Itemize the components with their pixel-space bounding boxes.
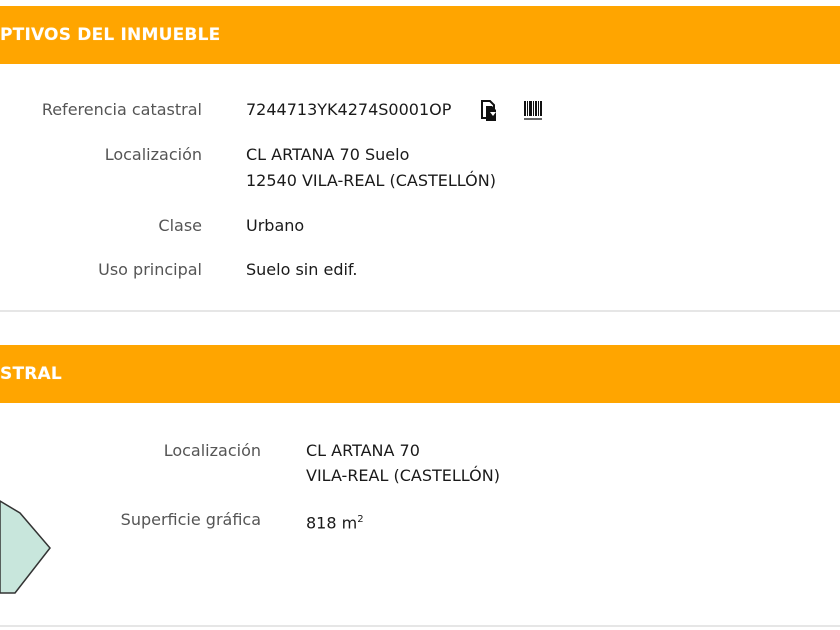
cadastral-reference-label: Referencia catastral	[41, 100, 202, 119]
parcel-location-label: Localización	[163, 441, 261, 460]
surface-unit-exponent: 2	[357, 514, 364, 525]
copy-document-icon[interactable]	[480, 100, 502, 126]
location-address-line2: 12540 VILA-REAL (CASTELLÓN)	[246, 171, 496, 190]
cadastral-reference-value[interactable]: 7244713YK4274S0001OP	[246, 97, 451, 123]
section-title: PTIVOS DEL INMUEBLE	[0, 25, 221, 45]
graphic-surface-label: Superficie gráfica	[120, 510, 261, 529]
section-header-cadastral-parcel: STRAL	[0, 345, 840, 403]
parcel-address-line2: VILA-REAL (CASTELLÓN)	[306, 466, 500, 485]
main-use-value: Suelo sin edif.	[246, 260, 358, 279]
section-title: STRAL	[0, 364, 62, 384]
parcel-address-line1: CL ARTANA 70	[306, 441, 420, 460]
location-label: Localización	[104, 145, 202, 164]
section-header-descriptive-data: PTIVOS DEL INMUEBLE	[0, 6, 840, 64]
parcel-data-panel: Localización CL ARTANA 70 VILA-REAL (CAS…	[0, 403, 840, 627]
location-address-line1: CL ARTANA 70 Suelo	[246, 145, 410, 164]
class-value: Urbano	[246, 216, 305, 235]
class-label: Clase	[158, 216, 202, 235]
parcel-map-thumbnail[interactable]	[0, 493, 60, 603]
main-use-label: Uso principal	[98, 260, 202, 279]
graphic-surface-value: 818 m2	[306, 513, 364, 533]
barcode-icon[interactable]	[522, 100, 544, 126]
property-data-panel: Referencia catastral 7244713YK4274S0001O…	[0, 64, 840, 312]
